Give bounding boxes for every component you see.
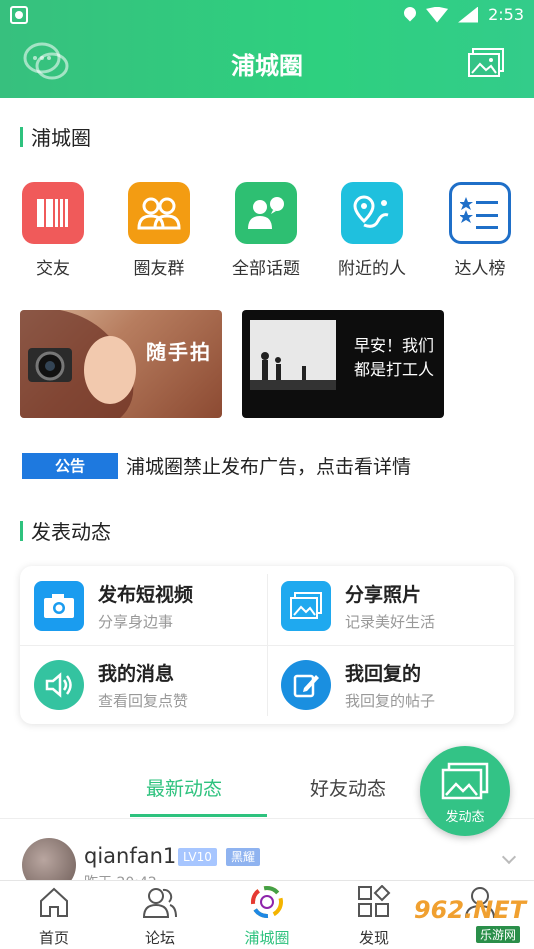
wifi-icon [426,6,449,23]
map-pin-icon [341,182,403,244]
status-time: 2:53 [488,5,524,24]
fab-label: 发动态 [445,810,485,825]
group-icon [128,182,190,244]
speaker-person-icon [235,182,297,244]
books-icon [22,182,84,244]
action-subtitle: 记录美好生活 [345,612,436,631]
nav-label: 首页 [38,929,69,947]
category-label: 达人榜 [454,259,506,279]
category-ranking[interactable]: 达人榜 [435,182,525,279]
status-bar: 2:53 [0,0,534,30]
tab-friends[interactable]: 好友动态 [310,774,386,801]
home-icon [40,887,68,917]
grid-icon [358,884,391,917]
category-topics[interactable]: 全部话题 [221,182,311,279]
action-title: 分享照片 [345,583,422,606]
action-title: 我回复的 [345,662,422,685]
banner-snapshot[interactable]: 随手拍 [20,310,222,418]
banner-workers[interactable]: 早安！我们 都是打工人 [242,310,444,418]
announcement-bar[interactable]: 公告 浦城圈禁止发布广告，点击看详情 [22,452,411,479]
users-icon [142,888,177,918]
section-accent-bar [20,126,23,147]
section-title: 浦城圈 [31,126,91,150]
watermark-sub: 乐游网 [475,926,520,943]
action-title: 我的消息 [98,662,175,685]
nav-discover[interactable]: 发现 [334,884,414,948]
category-groups[interactable]: 圈友群 [114,182,204,279]
category-friends[interactable]: 交友 [8,182,98,279]
aperture-icon [251,886,283,918]
star-list-icon [449,182,511,244]
nav-label: 论坛 [144,929,175,947]
tab-indicator [130,814,267,817]
app-notification-icon [10,6,28,24]
tab-latest[interactable]: 最新动态 [146,774,222,801]
category-label: 圈友群 [133,259,185,279]
camera-icon [34,580,84,631]
app-header: 2:53 浦城圈 [0,0,534,98]
gallery-icon[interactable] [468,48,504,78]
category-label: 全部话题 [232,259,300,279]
category-nearby[interactable]: 附近的人 [327,182,417,279]
my-replies-button[interactable]: 我回复的 我回复的帖子 [267,645,514,724]
section-title: 发表动态 [31,520,111,544]
action-card: 发布短视频 分享身边事 分享照片 记录美好生活 我的消息 查看回复点赞 我回复的… [20,566,514,724]
photo-icon [441,762,489,800]
location-icon [404,7,416,23]
section-header-circle: 浦城圈 [20,122,91,151]
new-post-fab[interactable]: 发动态 [420,746,510,836]
category-label: 附近的人 [338,259,406,279]
banner-left-title: 随手拍 [146,340,212,364]
edit-icon [281,659,331,710]
watermark-logo: 962.NET [413,896,526,924]
announcement-tag: 公告 [22,452,118,479]
level-badge: LV10 [178,848,217,866]
photo-icon [281,580,331,631]
chevron-down-icon[interactable] [501,849,517,865]
announcement-text: 浦城圈禁止发布广告，点击看详情 [126,456,412,478]
nav-circle[interactable]: 浦城圈 [227,885,307,948]
nav-label: 浦城圈 [244,929,290,947]
action-subtitle: 我回复的帖子 [345,691,436,710]
speaker-icon [34,659,84,710]
page-title: 浦城圈 [231,52,303,80]
action-subtitle: 查看回复点赞 [98,691,189,710]
post-video-button[interactable]: 发布短视频 分享身边事 [20,566,267,645]
nav-forum[interactable]: 论坛 [120,885,200,948]
nav-home[interactable]: 首页 [14,885,94,948]
nav-label: 发现 [358,929,389,947]
action-subtitle: 分享身边事 [98,612,174,631]
signal-icon [458,6,479,23]
my-messages-button[interactable]: 我的消息 查看回复点赞 [20,645,267,724]
banner-right-caption: 早安！我们 都是打工人 [353,336,434,379]
category-label: 交友 [36,259,70,279]
action-title: 发布短视频 [98,583,194,606]
post-username[interactable]: qianfan1 [84,844,176,868]
rank-badge: 黑耀 [226,848,261,866]
share-photo-button[interactable]: 分享照片 记录美好生活 [267,566,514,645]
section-header-post: 发表动态 [20,516,111,545]
section-accent-bar [20,520,23,541]
